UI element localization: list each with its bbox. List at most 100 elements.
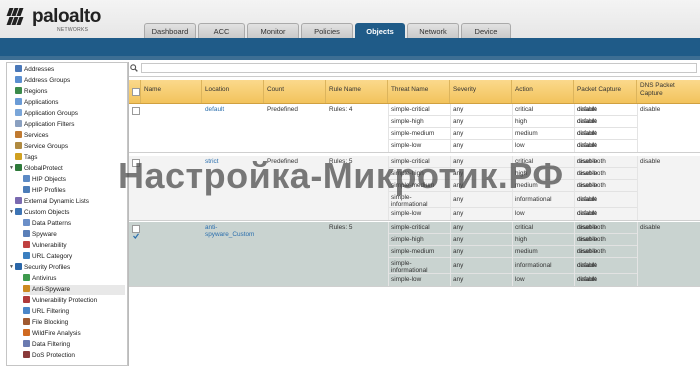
column-packet-capture[interactable]: Packet Capture xyxy=(574,80,637,103)
sidebar-item-hip-objects[interactable]: HIP Objects xyxy=(23,175,125,185)
column-severity[interactable]: Severity xyxy=(450,80,512,103)
rule-name: simple-high xyxy=(391,118,424,125)
sidebar-item-data-filtering[interactable]: Data Filtering xyxy=(23,340,125,350)
profile-name-link[interactable]: strict xyxy=(205,156,261,167)
sidebar-item-globalprotect[interactable]: GlobalProtect xyxy=(15,164,125,174)
column-dns-packet-capture[interactable]: DNS Packet Capture xyxy=(637,80,700,103)
column-divider xyxy=(637,156,638,220)
profile-location: Predefined xyxy=(267,106,298,113)
dns-packet-capture-value: disable xyxy=(640,158,661,165)
sidebar-item-wildfire-analysis[interactable]: WildFire Analysis xyxy=(23,329,125,339)
row-checkbox[interactable] xyxy=(132,107,140,115)
select-all-column[interactable] xyxy=(129,80,141,103)
sidebar-item-regions[interactable]: Regions xyxy=(15,87,125,97)
sidebar-item-addresses[interactable]: Addresses xyxy=(15,65,125,75)
hip-profiles-icon xyxy=(23,186,30,193)
expand-arrow-icon[interactable]: ▼ xyxy=(9,264,14,270)
sidebar-item-custom-objects[interactable]: Custom Objects xyxy=(15,208,125,218)
packet-capture-value: disable xyxy=(577,130,598,137)
tab-device[interactable]: Device xyxy=(461,23,511,38)
column-rule-name[interactable]: Rule Name xyxy=(326,80,388,103)
sidebar-item-label: Application Groups xyxy=(24,110,78,117)
sidebar-item-application-groups[interactable]: Application Groups xyxy=(15,109,125,119)
sidebar-item-data-patterns[interactable]: Data Patterns xyxy=(23,219,125,229)
app-header: paloalto NETWORKS Dashboard ACC Monitor … xyxy=(0,0,700,38)
profile-rule-count: Rules: 4 xyxy=(329,106,353,113)
column-divider xyxy=(512,222,513,286)
sidebar-item-hip-profiles[interactable]: HIP Profiles xyxy=(23,186,125,196)
packet-capture-value: disable xyxy=(577,106,598,113)
packet-capture-value: disable xyxy=(577,276,598,283)
sidebar-item-service-groups[interactable]: Service Groups xyxy=(15,142,125,152)
packet-capture-value: disable xyxy=(577,196,598,203)
sidebar-item-label: Custom Objects xyxy=(24,209,70,216)
service-icon xyxy=(15,131,22,138)
severity-value: medium xyxy=(515,130,538,137)
filter-input[interactable] xyxy=(141,63,697,73)
search-icon[interactable] xyxy=(130,64,138,72)
packet-capture-value: disable xyxy=(577,158,598,165)
rule-name: simple-medium xyxy=(391,182,435,189)
sidebar-item-vulnerability[interactable]: Vulnerability xyxy=(23,241,125,251)
sidebar-item-applications[interactable]: Applications xyxy=(15,98,125,108)
sidebar-item-external-dynamic-lists[interactable]: External Dynamic Lists xyxy=(15,197,125,207)
sidebar-item-vulnerability-protection[interactable]: Vulnerability Protection xyxy=(23,296,125,306)
tab-monitor[interactable]: Monitor xyxy=(247,23,299,38)
column-action[interactable]: Action xyxy=(512,80,574,103)
profile-name-link[interactable]: anti-spyware_Custom xyxy=(205,222,261,238)
sidebar-item-anti-spyware[interactable]: Anti-Spyware xyxy=(23,285,125,295)
column-threat-name[interactable]: Threat Name xyxy=(388,80,450,103)
sidebar-item-spyware[interactable]: Spyware xyxy=(23,230,125,240)
severity-value: critical xyxy=(515,158,534,165)
column-divider xyxy=(450,222,451,286)
sidebar-item-security-profiles[interactable]: Security Profiles xyxy=(15,263,125,273)
row-checkbox[interactable] xyxy=(132,225,140,239)
column-divider xyxy=(450,104,451,152)
profile-divider xyxy=(129,286,700,287)
column-divider xyxy=(637,222,638,286)
sidebar-item-label: Spyware xyxy=(32,231,57,238)
profile-row-default[interactable]: default Predefined Rules: 4 disable simple-c… xyxy=(129,104,700,153)
sidebar-item-dos-protection[interactable]: DoS Protection xyxy=(23,351,125,361)
tab-policies[interactable]: Policies xyxy=(301,23,353,38)
sidebar-item-services[interactable]: Services xyxy=(15,131,125,141)
packet-capture-value: disable xyxy=(577,248,598,255)
hip-objects-icon xyxy=(23,175,30,182)
sidebar-item-url-filtering[interactable]: URL Filtering xyxy=(23,307,125,317)
column-location[interactable]: Location xyxy=(202,80,264,103)
sidebar-item-application-filters[interactable]: Application Filters xyxy=(15,120,125,130)
tab-objects[interactable]: Objects xyxy=(355,23,405,38)
sidebar-item-address-groups[interactable]: Address Groups xyxy=(15,76,125,86)
sidebar-item-label: Application Filters xyxy=(24,121,75,128)
tab-network[interactable]: Network xyxy=(407,23,459,38)
packet-capture-value: disable xyxy=(577,170,598,177)
threat-name: any xyxy=(453,276,464,283)
column-divider xyxy=(512,104,513,152)
select-all-checkbox[interactable] xyxy=(132,88,140,96)
data-filtering-icon xyxy=(23,340,30,347)
threat-name: any xyxy=(453,142,464,149)
row-checkbox[interactable] xyxy=(132,159,140,167)
sidebar-item-tags[interactable]: Tags xyxy=(15,153,125,163)
packet-capture-value: disable xyxy=(577,118,598,125)
profile-row-strict[interactable]: strict Predefined Rules: 5 disable simple-cr… xyxy=(129,156,700,221)
rule-name: simple-low xyxy=(391,210,422,217)
profile-rule-count: Rules: 5 xyxy=(329,158,353,165)
severity-value: high xyxy=(515,118,528,125)
column-count[interactable]: Count xyxy=(264,80,326,103)
expand-arrow-icon[interactable]: ▼ xyxy=(9,165,14,171)
packet-capture-value: disable xyxy=(577,210,598,217)
sidebar-item-file-blocking[interactable]: File Blocking xyxy=(23,318,125,328)
sidebar-item-antivirus[interactable]: Antivirus xyxy=(23,274,125,284)
tab-dashboard[interactable]: Dashboard xyxy=(144,23,196,38)
sidebar-item-label: URL Filtering xyxy=(32,308,70,315)
sidebar-item-url-category[interactable]: URL Category xyxy=(23,252,125,262)
profile-name-link[interactable]: default xyxy=(205,104,261,115)
sidebar-item-label: Anti-Spyware xyxy=(32,286,71,293)
tab-acc[interactable]: ACC xyxy=(198,23,245,38)
column-name[interactable]: Name xyxy=(141,80,202,103)
address-icon xyxy=(15,65,22,72)
expand-arrow-icon[interactable]: ▼ xyxy=(9,209,14,215)
profile-row-anti-spyware-custom[interactable]: anti-spyware_Custom Rules: 5 disable simple… xyxy=(129,222,700,287)
severity-value: critical xyxy=(515,106,534,113)
